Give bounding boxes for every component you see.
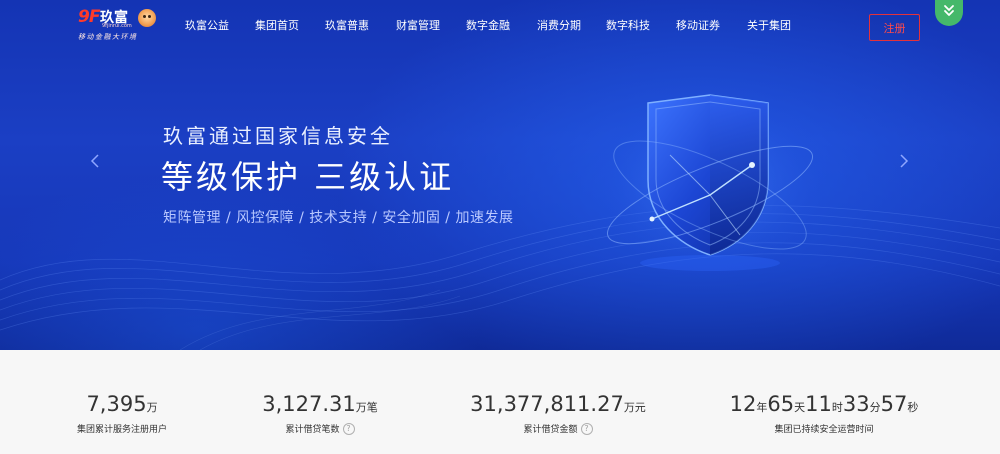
site-logo[interactable]: 9F 玖富 9fjinrui.com 移动金融大环境 xyxy=(78,7,158,43)
stat-loan-count: 3,127.31万笔 累计借贷笔数 ? xyxy=(258,392,382,435)
stats-band: 7,395万 集团累计服务注册用户 3,127.31万笔 累计借贷笔数 ? 31… xyxy=(0,350,1000,454)
site-header: 9F 玖富 9fjinrui.com 移动金融大环境 玖富公益 集团首页 玖富普… xyxy=(0,0,1000,50)
nav-item-about[interactable]: 关于集团 xyxy=(747,17,791,33)
stat-caption: 累计借贷金额 ? xyxy=(468,422,648,435)
scroll-down-button[interactable] xyxy=(935,0,963,26)
nav-item-digital-tech[interactable]: 数字科技 xyxy=(606,17,650,33)
logo-slogan: 移动金融大环境 xyxy=(78,33,138,41)
stat-value: 12年65天11时33分57秒 xyxy=(729,392,919,416)
nav-item-consumer-installment[interactable]: 消费分期 xyxy=(537,17,581,33)
shield-icon xyxy=(590,90,830,280)
stat-operation-time: 12年65天11时33分57秒 集团已持续安全运营时间 xyxy=(726,392,922,435)
nav-item-public-welfare[interactable]: 玖富公益 xyxy=(185,17,229,33)
help-icon[interactable]: ? xyxy=(580,422,593,435)
nav-item-puhui[interactable]: 玖富普惠 xyxy=(325,17,369,33)
nav-item-group-home[interactable]: 集团首页 xyxy=(255,17,299,33)
hero-title: 等级保护 三级认证 xyxy=(161,158,455,196)
double-chevron-down-icon xyxy=(944,5,954,16)
stat-value: 31,377,811.27万元 xyxy=(470,392,646,416)
stat-caption: 集团已持续安全运营时间 xyxy=(774,425,874,435)
stat-value: 7,395万 xyxy=(86,392,158,416)
help-icon[interactable]: ? xyxy=(342,422,355,435)
register-button[interactable]: 注册 xyxy=(869,14,920,41)
nav-item-digital-finance[interactable]: 数字金融 xyxy=(466,17,510,33)
nav-item-wealth[interactable]: 财富管理 xyxy=(396,17,440,33)
stat-loan-amount: 31,377,811.27万元 累计借贷金额 ? xyxy=(468,392,648,435)
chevron-right-icon[interactable] xyxy=(897,151,911,171)
stat-caption: 累计借贷笔数 ? xyxy=(258,422,382,435)
stat-caption: 集团累计服务注册用户 xyxy=(76,425,167,435)
logo-mark: 9F xyxy=(78,7,100,27)
stat-registered-users: 7,395万 集团累计服务注册用户 xyxy=(76,392,168,435)
logo-domain: 9fjinrui.com xyxy=(102,23,132,29)
hero-wave-lines xyxy=(0,205,1000,350)
nav-item-mobile-securities[interactable]: 移动证券 xyxy=(676,17,720,33)
hero-tags: 矩阵管理 / 风控保障 / 技术支持 / 安全加固 / 加速发展 xyxy=(163,210,514,226)
stat-value: 3,127.31万笔 xyxy=(262,392,378,416)
hero-subtitle: 玖富通过国家信息安全 xyxy=(163,124,393,148)
chevron-left-icon[interactable] xyxy=(88,151,102,171)
hero-banner: 9F 玖富 9fjinrui.com 移动金融大环境 玖富公益 集团首页 玖富普… xyxy=(0,0,1000,350)
mascot-icon xyxy=(138,9,156,27)
